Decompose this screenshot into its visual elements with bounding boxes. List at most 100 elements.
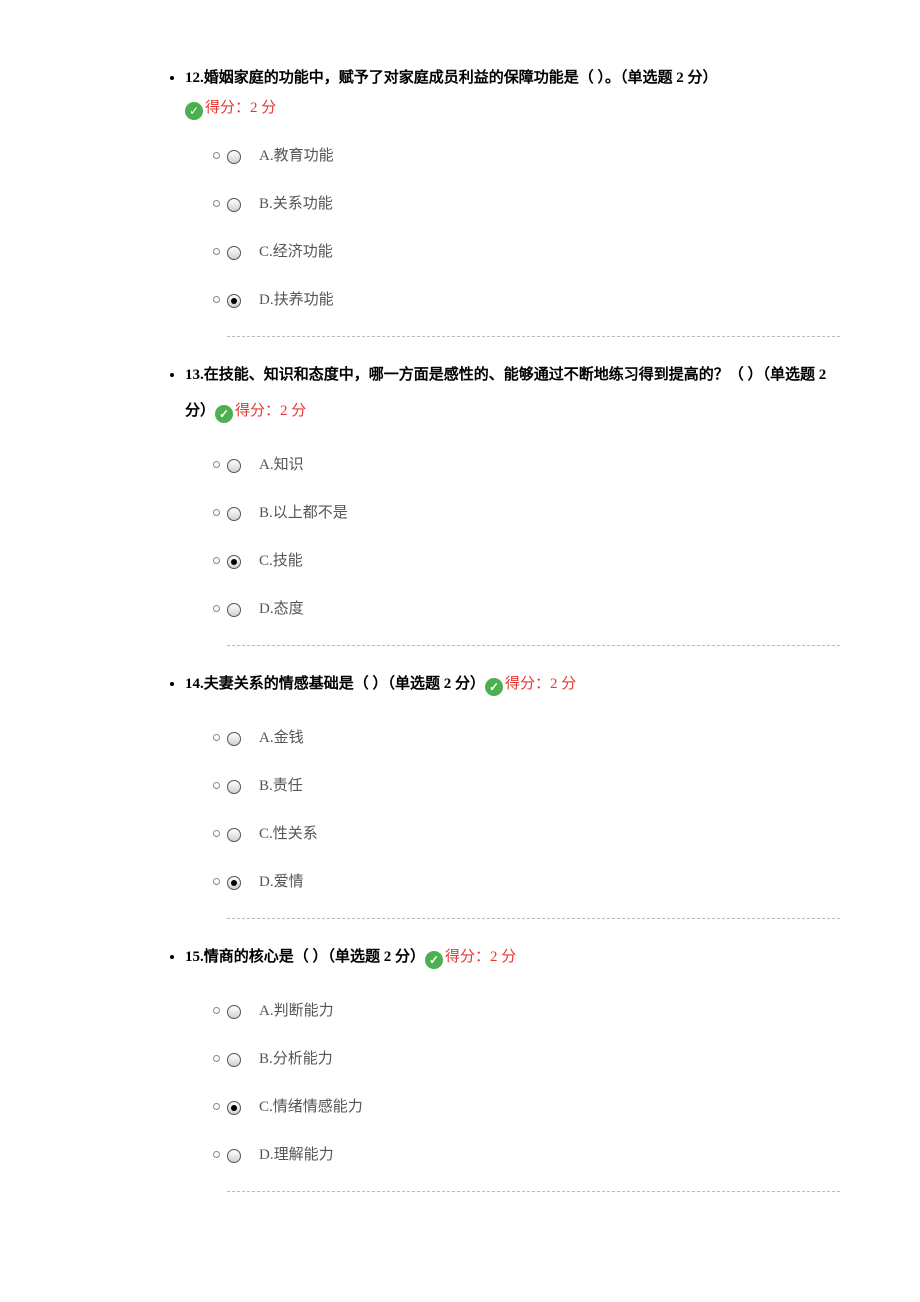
list-bullet-icon bbox=[213, 557, 220, 564]
option-label: A.判断能力 bbox=[259, 1003, 334, 1019]
option-item[interactable]: B.责任 bbox=[227, 774, 840, 798]
list-bullet-icon bbox=[213, 734, 220, 741]
radio-button[interactable] bbox=[227, 603, 241, 617]
list-bullet-icon bbox=[213, 1103, 220, 1110]
question-stem: 情商的核心是（ ） bbox=[204, 949, 328, 965]
question-stem: 婚姻家庭的功能中，赋予了对家庭成员利益的保障功能是（ ）。 bbox=[204, 70, 620, 86]
question-type-label: （单选题 2 分） bbox=[620, 70, 718, 86]
option-label: C.性关系 bbox=[259, 826, 318, 842]
option-item[interactable]: D.理解能力 bbox=[227, 1143, 840, 1167]
list-bullet-icon bbox=[213, 1151, 220, 1158]
option-item[interactable]: A.判断能力 bbox=[227, 999, 840, 1023]
option-label: B.责任 bbox=[259, 778, 303, 794]
score-label: 得分：2 分 bbox=[445, 949, 516, 965]
score-label: 得分：2 分 bbox=[205, 100, 276, 116]
score-label: 得分：2 分 bbox=[235, 403, 306, 419]
radio-button[interactable] bbox=[227, 876, 241, 890]
option-list: A.金钱 B.责任 C.性关系 D.爱情 bbox=[185, 726, 840, 894]
option-item[interactable]: A.知识 bbox=[227, 453, 840, 477]
list-bullet-icon bbox=[213, 605, 220, 612]
question-type-label: （单选题 2 分） bbox=[388, 676, 486, 692]
list-bullet-icon bbox=[213, 248, 220, 255]
option-item[interactable]: D.爱情 bbox=[227, 870, 840, 894]
option-label: D.扶养功能 bbox=[259, 292, 334, 308]
option-item[interactable]: B.分析能力 bbox=[227, 1047, 840, 1071]
question-item: 13.在技能、知识和态度中，哪一方面是感性的、能够通过不断地练习得到提高的？（ … bbox=[185, 357, 920, 646]
checkmark-icon: ✓ bbox=[185, 102, 203, 120]
divider bbox=[227, 645, 840, 646]
radio-button[interactable] bbox=[227, 198, 241, 212]
checkmark-icon: ✓ bbox=[485, 678, 503, 696]
option-item[interactable]: A.金钱 bbox=[227, 726, 840, 750]
radio-button[interactable] bbox=[227, 294, 241, 308]
list-bullet-icon bbox=[213, 296, 220, 303]
radio-button[interactable] bbox=[227, 1005, 241, 1019]
option-item[interactable]: B.以上都不是 bbox=[227, 501, 840, 525]
radio-button[interactable] bbox=[227, 555, 241, 569]
option-label: A.教育功能 bbox=[259, 148, 334, 164]
option-list: A.判断能力 B.分析能力 C.情绪情感能力 D.理解能力 bbox=[185, 999, 840, 1167]
list-bullet-icon bbox=[213, 461, 220, 468]
question-list: 12.婚姻家庭的功能中，赋予了对家庭成员利益的保障功能是（ ）。（单选题 2 分… bbox=[0, 60, 920, 1192]
radio-button[interactable] bbox=[227, 1101, 241, 1115]
option-label: D.态度 bbox=[259, 601, 304, 617]
radio-button[interactable] bbox=[227, 507, 241, 521]
list-bullet-icon bbox=[213, 1055, 220, 1062]
option-item[interactable]: C.经济功能 bbox=[227, 240, 840, 264]
divider bbox=[227, 1191, 840, 1192]
question-text: 15.情商的核心是（ ）（单选题 2 分）✓得分：2 分 bbox=[185, 939, 840, 975]
option-label: D.理解能力 bbox=[259, 1147, 334, 1163]
option-label: B.以上都不是 bbox=[259, 505, 348, 521]
question-text: 14.夫妻关系的情感基础是（ ）（单选题 2 分）✓得分：2 分 bbox=[185, 666, 840, 702]
option-label: A.金钱 bbox=[259, 730, 304, 746]
option-label: B.分析能力 bbox=[259, 1051, 333, 1067]
divider bbox=[227, 336, 840, 337]
question-text: 13.在技能、知识和态度中，哪一方面是感性的、能够通过不断地练习得到提高的？（ … bbox=[185, 357, 840, 429]
option-label: A.知识 bbox=[259, 457, 304, 473]
option-item[interactable]: D.态度 bbox=[227, 597, 840, 621]
option-list: A.教育功能 B.关系功能 C.经济功能 D.扶养功能 bbox=[185, 144, 840, 312]
question-number: 12. bbox=[185, 70, 204, 86]
option-label: C.技能 bbox=[259, 553, 303, 569]
list-bullet-icon bbox=[213, 509, 220, 516]
radio-button[interactable] bbox=[227, 246, 241, 260]
question-stem: 夫妻关系的情感基础是（ ） bbox=[204, 676, 388, 692]
question-item: 12.婚姻家庭的功能中，赋予了对家庭成员利益的保障功能是（ ）。（单选题 2 分… bbox=[185, 60, 920, 337]
option-item[interactable]: A.教育功能 bbox=[227, 144, 840, 168]
radio-button[interactable] bbox=[227, 459, 241, 473]
list-bullet-icon bbox=[213, 782, 220, 789]
radio-button[interactable] bbox=[227, 1149, 241, 1163]
question-item: 14.夫妻关系的情感基础是（ ）（单选题 2 分）✓得分：2 分 A.金钱 B.责任… bbox=[185, 666, 920, 919]
option-label: B.关系功能 bbox=[259, 196, 333, 212]
list-bullet-icon bbox=[213, 878, 220, 885]
radio-button[interactable] bbox=[227, 732, 241, 746]
radio-button[interactable] bbox=[227, 150, 241, 164]
question-text: 12.婚姻家庭的功能中，赋予了对家庭成员利益的保障功能是（ ）。（单选题 2 分… bbox=[185, 60, 840, 96]
checkmark-icon: ✓ bbox=[215, 405, 233, 423]
radio-button[interactable] bbox=[227, 828, 241, 842]
option-label: C.经济功能 bbox=[259, 244, 333, 260]
question-number: 13. bbox=[185, 367, 204, 383]
question-type-label: （单选题 2 分） bbox=[328, 949, 426, 965]
option-item[interactable]: B.关系功能 bbox=[227, 192, 840, 216]
option-label: D.爱情 bbox=[259, 874, 304, 890]
question-number: 15. bbox=[185, 949, 204, 965]
option-label: C.情绪情感能力 bbox=[259, 1099, 363, 1115]
radio-button[interactable] bbox=[227, 780, 241, 794]
question-stem: 在技能、知识和态度中，哪一方面是感性的、能够通过不断地练习得到提高的？（ ） bbox=[204, 367, 763, 383]
radio-button[interactable] bbox=[227, 1053, 241, 1067]
question-number: 14. bbox=[185, 676, 204, 692]
list-bullet-icon bbox=[213, 1007, 220, 1014]
question-item: 15.情商的核心是（ ）（单选题 2 分）✓得分：2 分 A.判断能力 B.分析能力… bbox=[185, 939, 920, 1192]
option-item[interactable]: C.情绪情感能力 bbox=[227, 1095, 840, 1119]
list-bullet-icon bbox=[213, 830, 220, 837]
divider bbox=[227, 918, 840, 919]
option-item[interactable]: C.性关系 bbox=[227, 822, 840, 846]
option-list: A.知识 B.以上都不是 C.技能 D.态度 bbox=[185, 453, 840, 621]
checkmark-icon: ✓ bbox=[425, 951, 443, 969]
option-item[interactable]: C.技能 bbox=[227, 549, 840, 573]
list-bullet-icon bbox=[213, 200, 220, 207]
score-label: 得分：2 分 bbox=[505, 676, 576, 692]
option-item[interactable]: D.扶养功能 bbox=[227, 288, 840, 312]
list-bullet-icon bbox=[213, 152, 220, 159]
